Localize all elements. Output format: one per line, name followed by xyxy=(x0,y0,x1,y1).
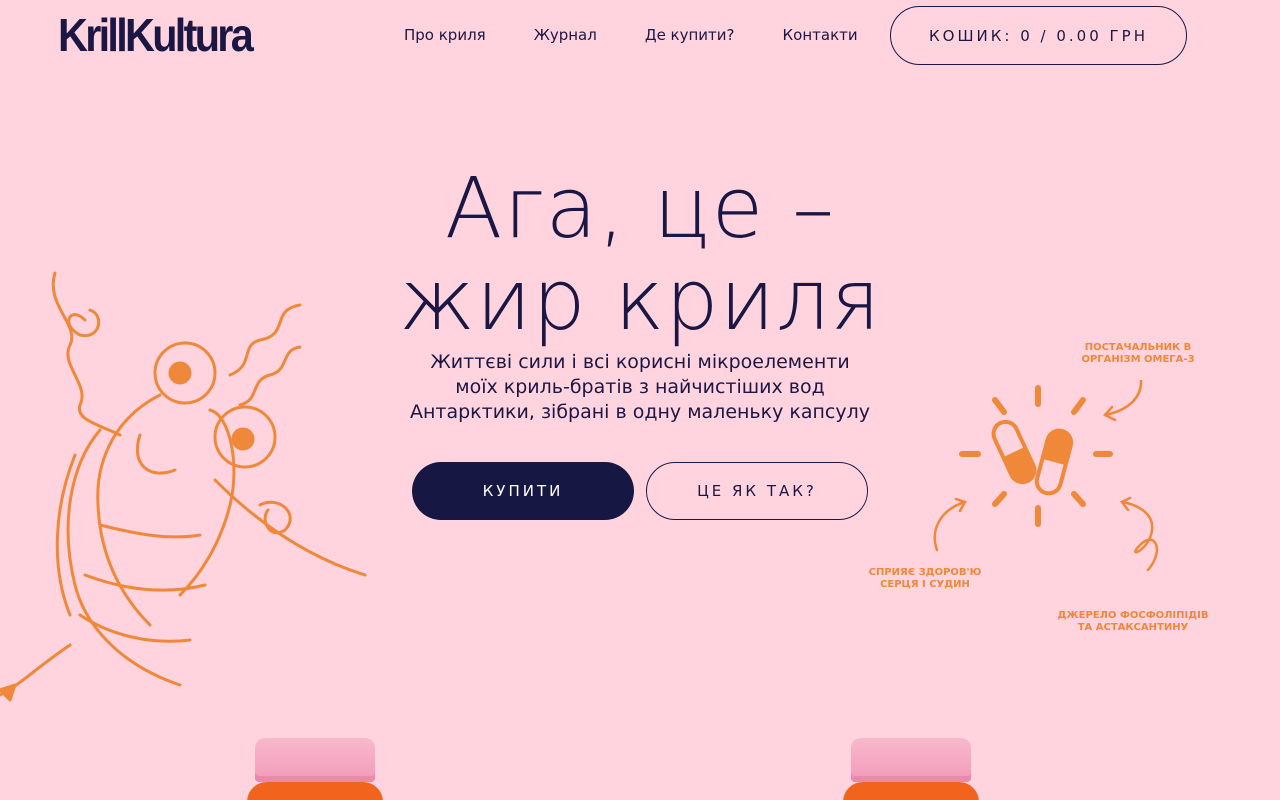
shrimp-illustration xyxy=(0,271,367,702)
jar-lid xyxy=(851,738,971,782)
product-jar-image xyxy=(247,738,383,800)
annotation-line: ОРГАНІЗМ ОМЕГА-3 xyxy=(1081,354,1195,365)
jar-lid xyxy=(255,738,375,782)
nav-item-journal[interactable]: Журнал xyxy=(534,26,597,44)
heart-health-annotation: СПРИЯЄ ЗДОРОВ'Ю СЕРЦЯ І СУДИН xyxy=(860,567,990,591)
hero-subtitle-line: моїх криль-братів з найчистіших вод xyxy=(455,376,825,398)
jar-body xyxy=(247,782,383,800)
nav-item-about[interactable]: Про криля xyxy=(404,26,486,44)
annotation-line: ПОСТАЧАЛЬНИК В xyxy=(1084,342,1192,353)
annotation-line: ДЖЕРЕЛО ФОСФОЛІПІДІВ xyxy=(1057,610,1209,621)
nav-item-where-to-buy[interactable]: Де купити? xyxy=(645,26,735,44)
annotation-line: СЕРЦЯ І СУДИН xyxy=(880,579,970,590)
hero-subtitle-line: Життєві сили і всі корисні мікроелементи xyxy=(430,351,850,373)
omega-3-annotation: ПОСТАЧАЛЬНИК В ОРГАНІЗМ ОМЕГА-3 xyxy=(1070,342,1206,366)
main-nav: Про криля Журнал Де купити? Контакти xyxy=(404,26,858,44)
hero-subtitle-line: Антарктики, зібрані в одну маленьку капс… xyxy=(409,401,871,423)
nav-item-contacts[interactable]: Контакти xyxy=(783,26,858,44)
product-jar-image xyxy=(843,738,979,800)
buy-button[interactable]: КУПИТИ xyxy=(412,462,634,520)
cart-button[interactable]: КОШИК: 0 / 0.00 ГРН xyxy=(890,6,1187,65)
annotation-line: СПРИЯЄ ЗДОРОВ'Ю xyxy=(868,567,982,578)
how-it-works-button[interactable]: ЦЕ ЯК ТАК? xyxy=(646,462,868,520)
jar-body xyxy=(843,782,979,800)
phospholipids-annotation: ДЖЕРЕЛО ФОСФОЛІПІДІВ ТА АСТАКСАНТИНУ xyxy=(1050,610,1216,634)
hero-title-line-1: Ага, це – xyxy=(444,159,836,257)
brand-logo[interactable]: KrillKultura xyxy=(58,8,254,62)
hero-subtitle: Життєві сили і всі корисні мікроелементи… xyxy=(360,350,920,425)
annotation-line: ТА АСТАКСАНТИНУ xyxy=(1077,622,1189,633)
